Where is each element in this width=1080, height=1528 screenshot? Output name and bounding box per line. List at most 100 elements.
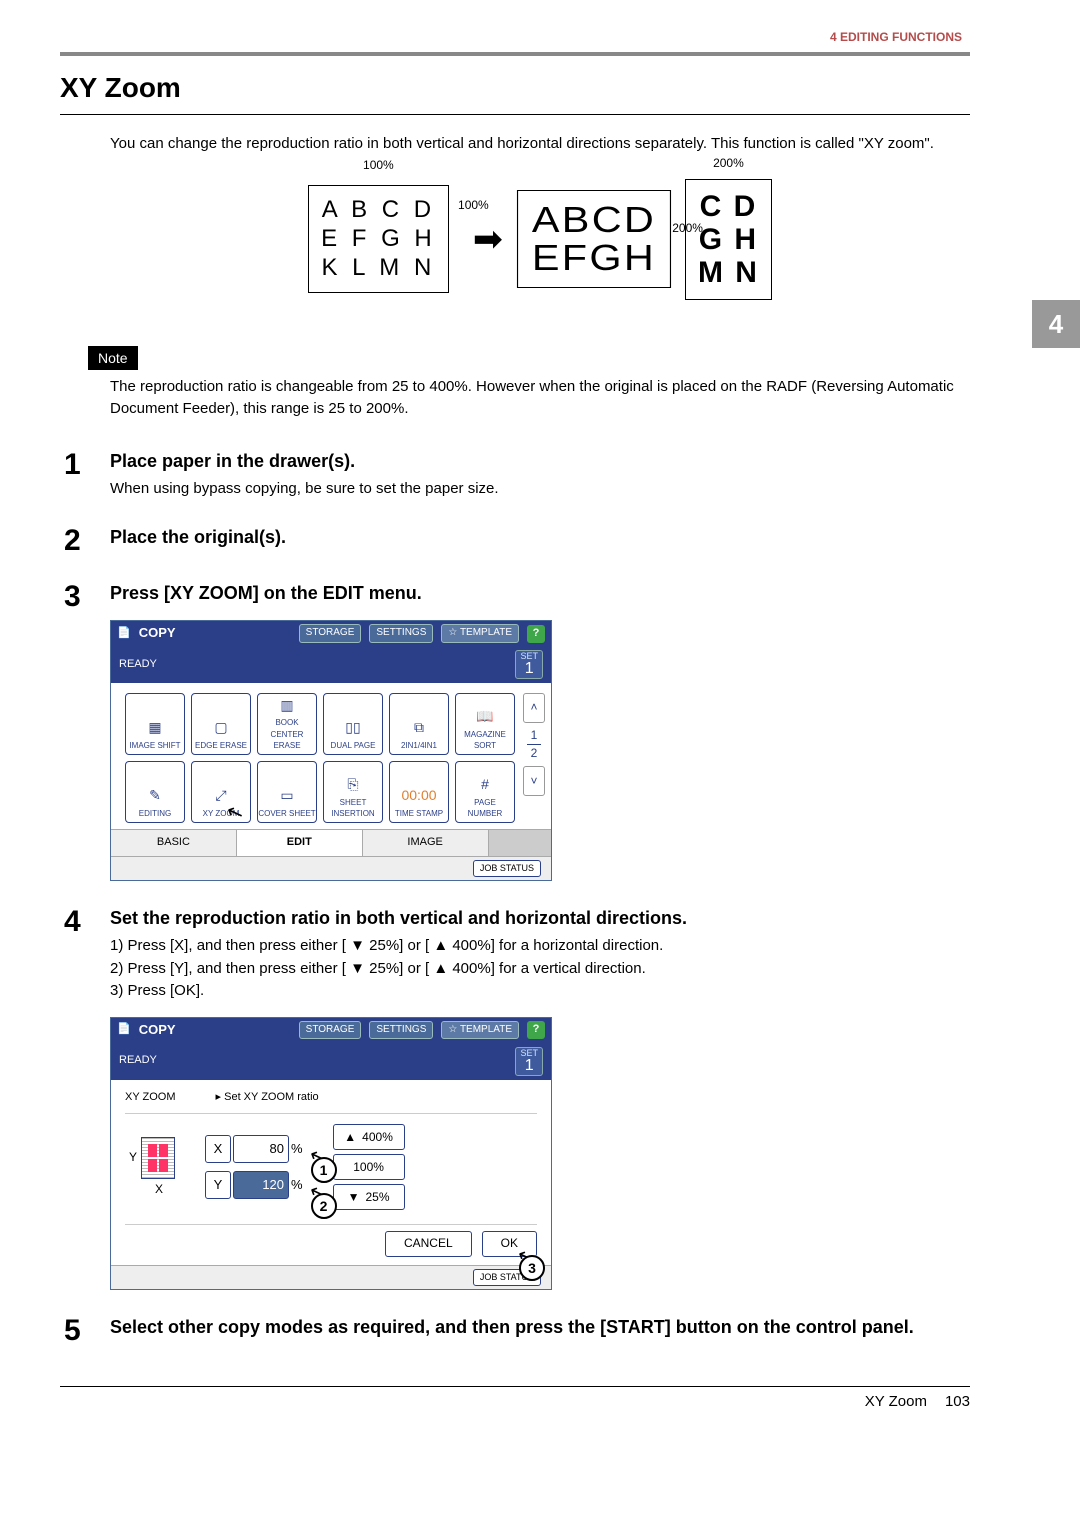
tab-edit[interactable]: EDIT	[237, 830, 363, 856]
note-badge: Note	[88, 346, 138, 370]
xy-zoom-ratio-screenshot: 📄 COPY STORAGE SETTINGS ☆ TEMPLATE ? REA…	[110, 1017, 552, 1290]
copy-mode-label: COPY	[139, 624, 176, 643]
editing-icon: ✎	[143, 784, 167, 806]
step-1-heading: Place paper in the drawer(s).	[110, 448, 970, 474]
note-text: The reproduction ratio is changeable fro…	[110, 376, 970, 420]
template-button[interactable]: ☆ TEMPLATE	[441, 1021, 519, 1040]
page-title: XY Zoom	[60, 72, 970, 104]
status-ready: READY	[119, 657, 157, 673]
ratio-preview: Y X	[129, 1137, 175, 1198]
help-icon[interactable]: ?	[527, 1021, 545, 1039]
step-1-text: When using bypass copying, be sure to se…	[110, 478, 970, 501]
intro-text: You can change the reproduction ratio in…	[110, 133, 970, 155]
callout-2: 2	[311, 1193, 337, 1219]
step-3-number: 3	[64, 580, 110, 881]
book-center-erase-icon: ▥	[275, 695, 299, 715]
edit-edge-erase[interactable]: ▢EDGE ERASE	[191, 693, 251, 755]
zoom-100-button[interactable]: 100%	[333, 1154, 405, 1180]
step-2-number: 2	[64, 524, 110, 556]
storage-button[interactable]: STORAGE	[299, 1021, 362, 1040]
zoom-25-button[interactable]: ▼25%	[333, 1184, 405, 1210]
xy-zoom-illustration: 100% 100% A B C D E F G H K L M N ➡ 200%…	[110, 179, 970, 300]
header-rule	[60, 52, 970, 56]
step-4-line-1: 1) Press [X], and then press either [ ▼ …	[110, 935, 970, 958]
chapter-tab: 4	[1032, 300, 1080, 348]
step-4-line-2: 2) Press [Y], and then press either [ ▼ …	[110, 958, 970, 981]
cover-sheet-icon: ▭	[275, 784, 299, 806]
settings-button[interactable]: SETTINGS	[369, 1021, 433, 1040]
preview-rect-icon	[141, 1137, 175, 1179]
page-number-icon: #	[473, 773, 497, 795]
edit-xy-zoom[interactable]: ⤢ XY ZOOM ↖	[191, 761, 251, 823]
copy-mode-label: COPY	[139, 1021, 176, 1040]
edit-menu-screenshot: 📄 COPY STORAGE SETTINGS ☆ TEMPLATE ? REA…	[110, 620, 552, 881]
tab-image[interactable]: IMAGE	[363, 830, 489, 856]
up-triangle-icon: ▲	[344, 1129, 356, 1146]
step-5-heading: Select other copy modes as required, and…	[110, 1314, 970, 1340]
copy-mode-icon: 📄	[117, 1022, 131, 1038]
x-axis-button[interactable]: X	[205, 1135, 231, 1163]
scroll-up-button[interactable]: ˄	[523, 693, 545, 723]
edit-time-stamp[interactable]: 00:00TIME STAMP	[389, 761, 449, 823]
scroll-down-button[interactable]: ˅	[523, 766, 545, 796]
cursor-icon: ↖	[223, 797, 249, 830]
arrow-icon: ➡	[473, 213, 503, 265]
step-2-heading: Place the original(s).	[110, 524, 970, 550]
original-doc-figure: A B C D E F G H K L M N	[308, 185, 449, 293]
nin1-icon: ⧉	[407, 716, 431, 738]
edit-cover-sheet[interactable]: ▭COVER SHEET	[257, 761, 317, 823]
x-ratio-row: X 80 % ↖ 1	[205, 1135, 303, 1163]
dual-page-icon: ▯▯	[341, 716, 365, 738]
status-ready: READY	[119, 1053, 157, 1069]
y-axis-button[interactable]: Y	[205, 1171, 231, 1199]
help-icon[interactable]: ?	[527, 625, 545, 643]
step-4-number: 4	[64, 905, 110, 1290]
edge-erase-icon: ▢	[209, 716, 233, 738]
footer-section: XY Zoom	[865, 1393, 927, 1410]
time-stamp-icon: 00:00	[407, 784, 431, 806]
sheet-insertion-icon: ⎘	[341, 773, 365, 795]
set-count-badge: SET 1	[515, 1047, 543, 1076]
tall-doc-figure: C D G H M N	[685, 179, 772, 300]
footer-page-number: 103	[945, 1393, 970, 1410]
pct-100-side: 100%	[458, 197, 489, 214]
step-4-line-3: 3) Press [OK].	[110, 980, 970, 1003]
edit-sheet-insertion[interactable]: ⎘SHEET INSERTION	[323, 761, 383, 823]
step-1-number: 1	[64, 448, 110, 501]
edit-magazine-sort[interactable]: 📖MAGAZINE SORT	[455, 693, 515, 755]
ratio-panel-title: XY ZOOM	[125, 1090, 176, 1106]
step-4-heading: Set the reproduction ratio in both verti…	[110, 905, 970, 931]
image-shift-icon: ▦	[143, 716, 167, 738]
edit-page-number[interactable]: #PAGE NUMBER	[455, 761, 515, 823]
callout-1: 1	[311, 1157, 337, 1183]
zoom-400-button[interactable]: ▲400%	[333, 1124, 405, 1150]
wide-doc-figure: ABCD EFGH	[517, 190, 671, 288]
cancel-button[interactable]: CANCEL	[385, 1231, 472, 1256]
settings-button[interactable]: SETTINGS	[369, 624, 433, 643]
y-ratio-row: Y 120 % ↖ 2	[205, 1171, 303, 1199]
step-5-number: 5	[64, 1314, 110, 1346]
step-3-heading: Press [XY ZOOM] on the EDIT menu.	[110, 580, 970, 606]
template-button[interactable]: ☆ TEMPLATE	[441, 624, 519, 643]
pct-100-top: 100%	[363, 157, 394, 174]
edit-2in1-4in1[interactable]: ⧉2IN1/4IN1	[389, 693, 449, 755]
edit-dual-page[interactable]: ▯▯DUAL PAGE	[323, 693, 383, 755]
title-rule	[60, 114, 970, 115]
set-count-badge: SET 1	[515, 650, 543, 679]
edit-image-shift[interactable]: ▦IMAGE SHIFT	[125, 693, 185, 755]
tab-empty	[489, 830, 551, 856]
edit-book-center-erase[interactable]: ▥BOOK CENTER ERASE	[257, 693, 317, 755]
chapter-crumb: 4 EDITING FUNCTIONS	[60, 24, 970, 50]
down-triangle-icon: ▼	[348, 1189, 360, 1206]
storage-button[interactable]: STORAGE	[299, 624, 362, 643]
copy-mode-icon: 📄	[117, 626, 131, 642]
y-value-field[interactable]: 120	[233, 1171, 289, 1199]
edit-editing[interactable]: ✎EDITING	[125, 761, 185, 823]
pct-200-top: 200%	[713, 155, 744, 172]
magazine-sort-icon: 📖	[473, 705, 497, 727]
x-value-field[interactable]: 80	[233, 1135, 289, 1163]
page-indicator: 1 2	[524, 729, 544, 760]
ratio-panel-subtitle: ▸ Set XY ZOOM ratio	[216, 1090, 319, 1106]
job-status-button[interactable]: JOB STATUS	[473, 860, 541, 877]
tab-basic[interactable]: BASIC	[111, 830, 237, 856]
